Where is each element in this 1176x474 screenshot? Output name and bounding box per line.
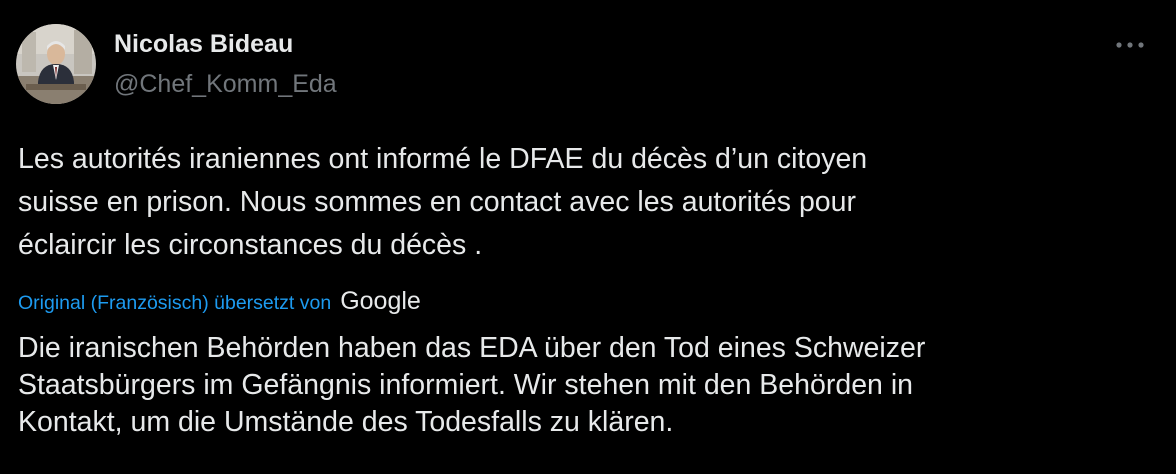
tweet-text-line: éclaircir les circonstances du décès . [18, 229, 483, 261]
translation-source-link[interactable]: Original (Französisch) übersetzt von [18, 292, 331, 315]
translated-text-line: Die iranischen Behörden haben das EDA üb… [18, 332, 926, 364]
tweet-card[interactable]: Nicolas Bideau @Chef_Komm_Eda Les autori… [0, 0, 1176, 474]
google-logo: Google [340, 286, 421, 315]
translated-text: Die iranischen Behörden haben das EDA üb… [18, 330, 1148, 441]
translated-text-line: Staatsbürgers im Gefängnis informiert. W… [18, 369, 913, 401]
tweet-text-line: suisse en prison. Nous sommes en contact… [18, 186, 856, 218]
translation-attribution: Original (Französisch) übersetzt von Goo… [18, 286, 421, 320]
author-display-name[interactable]: Nicolas Bideau [114, 30, 293, 59]
tweet-text: Les autorités iraniennes ont informé le … [18, 138, 1128, 267]
author-handle[interactable]: @Chef_Komm_Eda [114, 70, 337, 99]
translated-text-line: Kontakt, um die Umstände des Todesfalls … [18, 406, 674, 438]
more-options-button[interactable] [1108, 30, 1152, 62]
avatar[interactable] [16, 24, 96, 104]
avatar-photo [16, 24, 96, 104]
more-horizontal-icon [1116, 42, 1144, 48]
tweet-text-line: Les autorités iraniennes ont informé le … [18, 143, 868, 175]
